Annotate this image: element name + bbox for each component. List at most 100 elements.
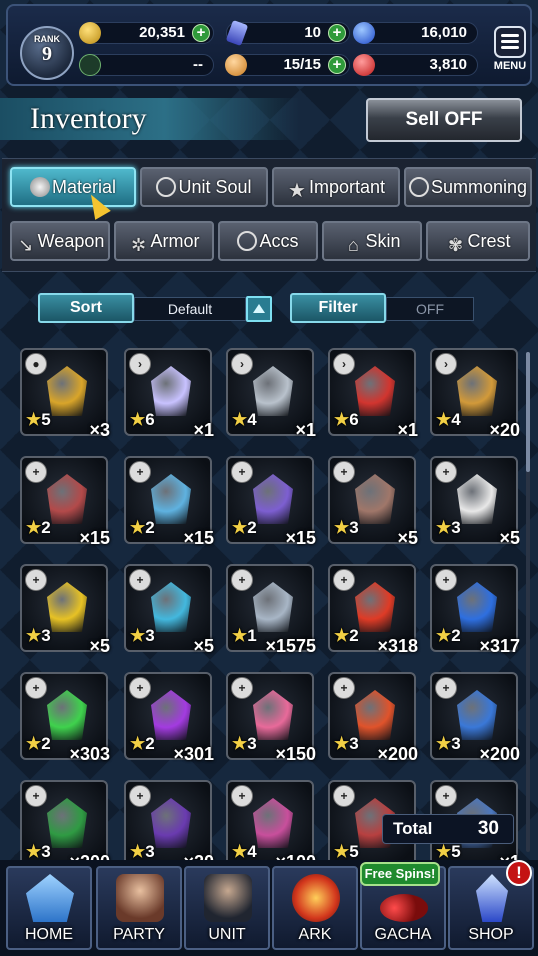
item-image <box>457 366 497 416</box>
item-image <box>457 690 497 740</box>
nav-party[interactable]: PARTY <box>96 866 182 950</box>
item-quantity: ×5 <box>89 636 110 656</box>
scrollbar-thumb[interactable] <box>526 352 530 472</box>
summoning-icon <box>408 177 429 197</box>
filter-button[interactable]: Filter <box>290 293 386 323</box>
tab-unit-soul[interactable]: Unit Soul <box>140 167 268 207</box>
craft-badge-icon: + <box>333 461 355 483</box>
lapis-counter: 10 + <box>225 19 350 47</box>
total-counter: Total 30 <box>382 814 514 844</box>
item-quantity: ×1 <box>193 420 214 440</box>
item-quantity: ×318 <box>377 636 418 656</box>
item-image <box>253 474 293 524</box>
total-label: Total <box>393 819 433 838</box>
nav-label: PARTY <box>113 926 165 943</box>
item-image <box>253 366 293 416</box>
tab-armor[interactable]: ✲ Armor <box>114 221 214 261</box>
nav-label: UNIT <box>208 926 246 943</box>
item-quantity: ×301 <box>173 744 214 764</box>
item-image <box>457 582 497 632</box>
item-image <box>253 798 293 848</box>
tab-important[interactable]: ★ Important <box>272 167 400 207</box>
material-badge-icon: ● <box>25 353 47 375</box>
sell-badge-icon: › <box>231 353 253 375</box>
sell-toggle-button[interactable]: Sell OFF <box>366 98 522 142</box>
sort-button[interactable]: Sort <box>38 293 134 323</box>
craft-badge-icon: + <box>231 461 253 483</box>
item-quantity: ×200 <box>479 744 520 764</box>
add-energy-button[interactable]: + <box>328 56 346 74</box>
item-image <box>47 798 87 848</box>
armor-icon: ✲ <box>130 235 147 255</box>
craft-badge-icon: + <box>231 677 253 699</box>
free-spins-badge[interactable]: Free Spins! <box>360 862 440 886</box>
item-image <box>253 690 293 740</box>
tab-label: Important <box>308 177 386 197</box>
compass-counter: -- <box>79 54 214 76</box>
soul-icon <box>156 177 177 197</box>
item-image <box>151 798 191 848</box>
rank-value: 9 <box>42 43 52 65</box>
tab-summoning[interactable]: Summoning <box>404 167 532 207</box>
item-quantity: ×1575 <box>265 636 316 656</box>
blue-orb-icon <box>353 22 375 44</box>
lapis-crystal-icon <box>225 19 249 47</box>
sell-badge-icon: › <box>129 353 151 375</box>
item-slot[interactable]: + ★3 <box>20 780 108 860</box>
tab-label: Skin <box>365 231 401 251</box>
tab-accs[interactable]: Accs <box>218 221 318 261</box>
nav-unit[interactable]: UNIT <box>184 866 270 950</box>
item-image <box>47 474 87 524</box>
filter-value[interactable]: OFF <box>386 297 474 321</box>
tab-material[interactable]: Material <box>10 167 136 207</box>
tab-label: Armor <box>150 231 200 251</box>
item-quantity: ×1 <box>420 852 520 860</box>
gil-counter: 20,351 + <box>79 22 214 44</box>
nav-label: HOME <box>25 926 73 943</box>
item-image <box>151 366 191 416</box>
item-quantity: ×150 <box>275 744 316 764</box>
sort-value[interactable]: Default <box>134 297 246 321</box>
sort-order-toggle[interactable] <box>246 296 272 322</box>
bottom-nav: HOME PARTY UNIT ARK GACHA SHOP <box>0 860 538 956</box>
craft-badge-icon: + <box>129 461 151 483</box>
shop-crystal-icon <box>476 874 508 922</box>
tab-label: Unit Soul <box>178 177 252 197</box>
add-lapis-button[interactable]: + <box>328 24 346 42</box>
tab-crest[interactable]: ✾ Crest <box>426 221 530 261</box>
compass-value: -- <box>193 56 203 73</box>
item-slot[interactable]: + ★3 <box>124 780 212 860</box>
ring-icon <box>237 231 258 251</box>
sword-icon: ↘ <box>18 235 34 255</box>
gil-value: 20,351 <box>139 24 185 41</box>
craft-badge-icon: + <box>231 569 253 591</box>
compass-icon <box>79 54 101 76</box>
tab-label: Accs <box>259 231 299 251</box>
item-quantity: ×15 <box>79 528 110 548</box>
rank-badge[interactable]: RANK 9 <box>20 26 74 80</box>
item-quantity: ×200 <box>20 852 110 860</box>
nav-ark[interactable]: ARK <box>272 866 358 950</box>
item-slot[interactable]: + ★4 <box>226 780 314 860</box>
sell-badge-icon: › <box>435 353 457 375</box>
item-quantity: ×1 <box>295 420 316 440</box>
item-image <box>457 474 497 524</box>
item-quantity: ×5 <box>193 636 214 656</box>
crest-icon: ✾ <box>447 235 464 255</box>
home-crest-icon <box>26 874 74 922</box>
item-image <box>47 690 87 740</box>
item-image <box>151 690 191 740</box>
party-characters-icon <box>116 874 164 922</box>
menu-button[interactable]: MENU <box>490 26 530 82</box>
tab-skin[interactable]: ⌂ Skin <box>322 221 422 261</box>
item-image <box>355 690 395 740</box>
add-gil-button[interactable]: + <box>192 24 210 42</box>
tab-weapon[interactable]: ↘ Weapon <box>10 221 110 261</box>
material-bag-icon <box>29 177 50 197</box>
lapis-value: 10 <box>304 24 321 41</box>
item-image <box>253 582 293 632</box>
unit-character-icon <box>204 874 252 922</box>
nav-home[interactable]: HOME <box>6 866 92 950</box>
craft-badge-icon: + <box>129 677 151 699</box>
craft-badge-icon: + <box>435 785 457 807</box>
